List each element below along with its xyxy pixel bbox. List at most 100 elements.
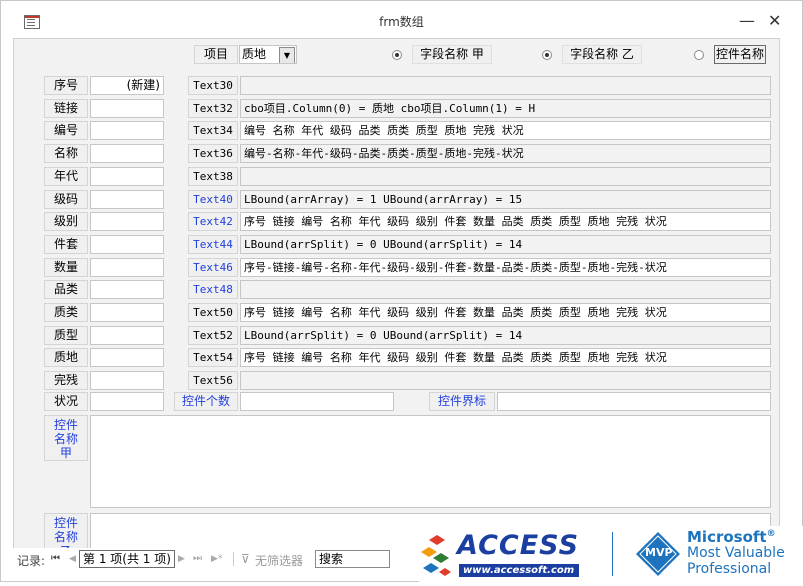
control-name-label: Text54 xyxy=(188,348,238,367)
field-label: 质类 xyxy=(44,303,88,322)
ms-line1-text: Microsoft xyxy=(687,528,767,546)
field-input[interactable] xyxy=(90,371,164,390)
field-input[interactable] xyxy=(90,303,164,322)
control-name-label: Text32 xyxy=(188,99,238,118)
logo-divider xyxy=(612,532,613,576)
window-title: frm数组 xyxy=(379,15,424,29)
field-input[interactable] xyxy=(90,348,164,367)
field-label-status: 状况 xyxy=(44,392,88,411)
control-value-text[interactable]: 序号-链接-编号-名称-年代-级码-级别-件套-数量-品类-质类-质型-质地-完… xyxy=(240,258,771,277)
logo-banner: ACCESS www.accessoft.com MVP Microsoft® … xyxy=(419,526,803,583)
memo-a-label-line: 甲 xyxy=(59,446,72,460)
control-name-label: Text50 xyxy=(188,303,238,322)
memo-b-label-line: 名称 xyxy=(53,530,78,544)
field-input[interactable]: (新建) xyxy=(90,76,164,95)
radio-option-a[interactable]: 字段名称 甲 xyxy=(392,45,512,67)
access-logo-text: ACCESS xyxy=(457,530,580,561)
chevron-down-icon[interactable]: ▼ xyxy=(279,47,295,63)
field-label: 品类 xyxy=(44,280,88,299)
first-record-icon[interactable]: ⏮ xyxy=(51,553,60,564)
radio-b-label: 字段名称 乙 xyxy=(562,45,642,64)
radio-c-circle[interactable] xyxy=(694,50,704,60)
radio-b-circle[interactable] xyxy=(542,50,552,60)
control-value-text[interactable]: LBound(arrArray) = 1 UBound(arrArray) = … xyxy=(240,190,771,209)
nav-divider xyxy=(233,552,234,566)
control-name-label: Text40 xyxy=(188,190,238,209)
control-value-text[interactable]: 序号 链接 编号 名称 年代 级码 级别 件套 数量 品类 质类 质型 质地 完… xyxy=(240,212,771,231)
radio-a-label: 字段名称 甲 xyxy=(412,45,492,64)
control-name-label: Text52 xyxy=(188,326,238,345)
mvp-text: MVP xyxy=(645,546,673,559)
no-filter-button[interactable]: 无筛选器 xyxy=(255,552,303,569)
memo-b-label-line: 控件 xyxy=(53,516,78,530)
control-count-label: 控件个数 xyxy=(174,392,238,411)
field-label: 质型 xyxy=(44,326,88,345)
memo-b-label: 控件 名称 乙 xyxy=(44,513,88,549)
ms-line3: Professional xyxy=(687,561,772,577)
filter-icon[interactable]: ⊽ xyxy=(241,552,250,566)
new-record-icon[interactable]: ▶* xyxy=(211,554,222,564)
ms-line2: Most Valuable xyxy=(687,545,785,561)
control-count-input[interactable] xyxy=(240,392,394,411)
control-name-label: Text48 xyxy=(188,280,238,299)
field-label: 序号 xyxy=(44,76,88,95)
field-input[interactable] xyxy=(90,121,164,140)
control-value-text[interactable]: 编号-名称-年代-级码-品类-质类-质型-质地-完残-状况 xyxy=(240,144,771,163)
memo-a-textarea[interactable] xyxy=(90,415,771,508)
control-value-text[interactable]: 编号 名称 年代 级码 品类 质类 质型 质地 完残 状况 xyxy=(240,121,771,140)
control-value-text[interactable]: LBound(arrSplit) = 0 UBound(arrSplit) = … xyxy=(240,326,771,345)
minimize-button[interactable]: — xyxy=(739,11,755,30)
control-name-label: Text56 xyxy=(188,371,238,390)
field-label: 件套 xyxy=(44,235,88,254)
control-name-label: Text42 xyxy=(188,212,238,231)
last-record-icon[interactable]: ⏭ xyxy=(193,553,202,564)
radio-a-circle[interactable] xyxy=(392,50,402,60)
control-value-text[interactable]: LBound(arrSplit) = 0 UBound(arrSplit) = … xyxy=(240,235,771,254)
control-value-text[interactable] xyxy=(240,371,771,390)
radio-option-b[interactable]: 字段名称 乙 xyxy=(542,45,662,67)
control-value-text[interactable] xyxy=(240,76,771,95)
field-input[interactable] xyxy=(90,212,164,231)
control-bounds-input[interactable] xyxy=(497,392,771,411)
field-input[interactable] xyxy=(90,190,164,209)
item-label: 项目 xyxy=(194,45,238,64)
control-value-text[interactable]: cbo项目.Column(0) = 质地 cbo项目.Column(1) = H xyxy=(240,99,771,118)
field-input[interactable] xyxy=(90,167,164,186)
field-label: 编号 xyxy=(44,121,88,140)
radio-option-c[interactable]: 控件名称 xyxy=(694,45,779,67)
field-input[interactable] xyxy=(90,326,164,345)
access-url: www.accessoft.com xyxy=(459,564,579,577)
item-combo[interactable]: 质地 ▼ xyxy=(239,45,297,64)
radio-c-label: 控件名称 xyxy=(714,45,766,64)
memo-a-label-line: 名称 xyxy=(53,432,78,446)
ms-line1: Microsoft® xyxy=(687,528,776,546)
close-button[interactable]: ✕ xyxy=(768,11,781,30)
field-label: 完残 xyxy=(44,371,88,390)
record-label: 记录: xyxy=(17,554,46,568)
previous-record-icon[interactable]: ◀ xyxy=(69,554,76,564)
control-name-label: Text44 xyxy=(188,235,238,254)
item-combo-value: 质地 xyxy=(242,47,267,61)
field-input[interactable] xyxy=(90,144,164,163)
form-body: 项目 质地 ▼ 字段名称 甲 字段名称 乙 控件名称 序号 (新建) Text30 链… xyxy=(13,38,780,550)
control-value-text[interactable] xyxy=(240,280,771,299)
control-value-text[interactable] xyxy=(240,167,771,186)
next-record-icon[interactable]: ▶ xyxy=(178,554,185,564)
control-name-label: Text46 xyxy=(188,258,238,277)
title-bar: frm数组 — ✕ xyxy=(1,1,802,37)
control-name-label: Text38 xyxy=(188,167,238,186)
field-label: 级码 xyxy=(44,190,88,209)
field-input[interactable] xyxy=(90,99,164,118)
control-value-text[interactable]: 序号 链接 编号 名称 年代 级码 级别 件套 数量 品类 质类 质型 质地 完… xyxy=(240,303,771,322)
memo-a-label: 控件 名称 甲 xyxy=(44,415,88,461)
record-position-input[interactable]: 第 1 项(共 1 项) xyxy=(79,550,175,568)
field-label: 链接 xyxy=(44,99,88,118)
field-input[interactable] xyxy=(90,235,164,254)
control-name-label: Text36 xyxy=(188,144,238,163)
search-input[interactable]: 搜索 xyxy=(315,550,390,568)
field-input[interactable] xyxy=(90,258,164,277)
record-navigation-bar: 记录: ⏮ ◀ 第 1 项(共 1 项) ▶ ⏭ ▶* ⊽ 无筛选器 搜索 xyxy=(13,548,433,570)
field-input[interactable] xyxy=(90,280,164,299)
control-value-text[interactable]: 序号 链接 编号 名称 年代 级码 级别 件套 数量 品类 质类 质型 质地 完… xyxy=(240,348,771,367)
field-input-status[interactable] xyxy=(90,392,164,411)
